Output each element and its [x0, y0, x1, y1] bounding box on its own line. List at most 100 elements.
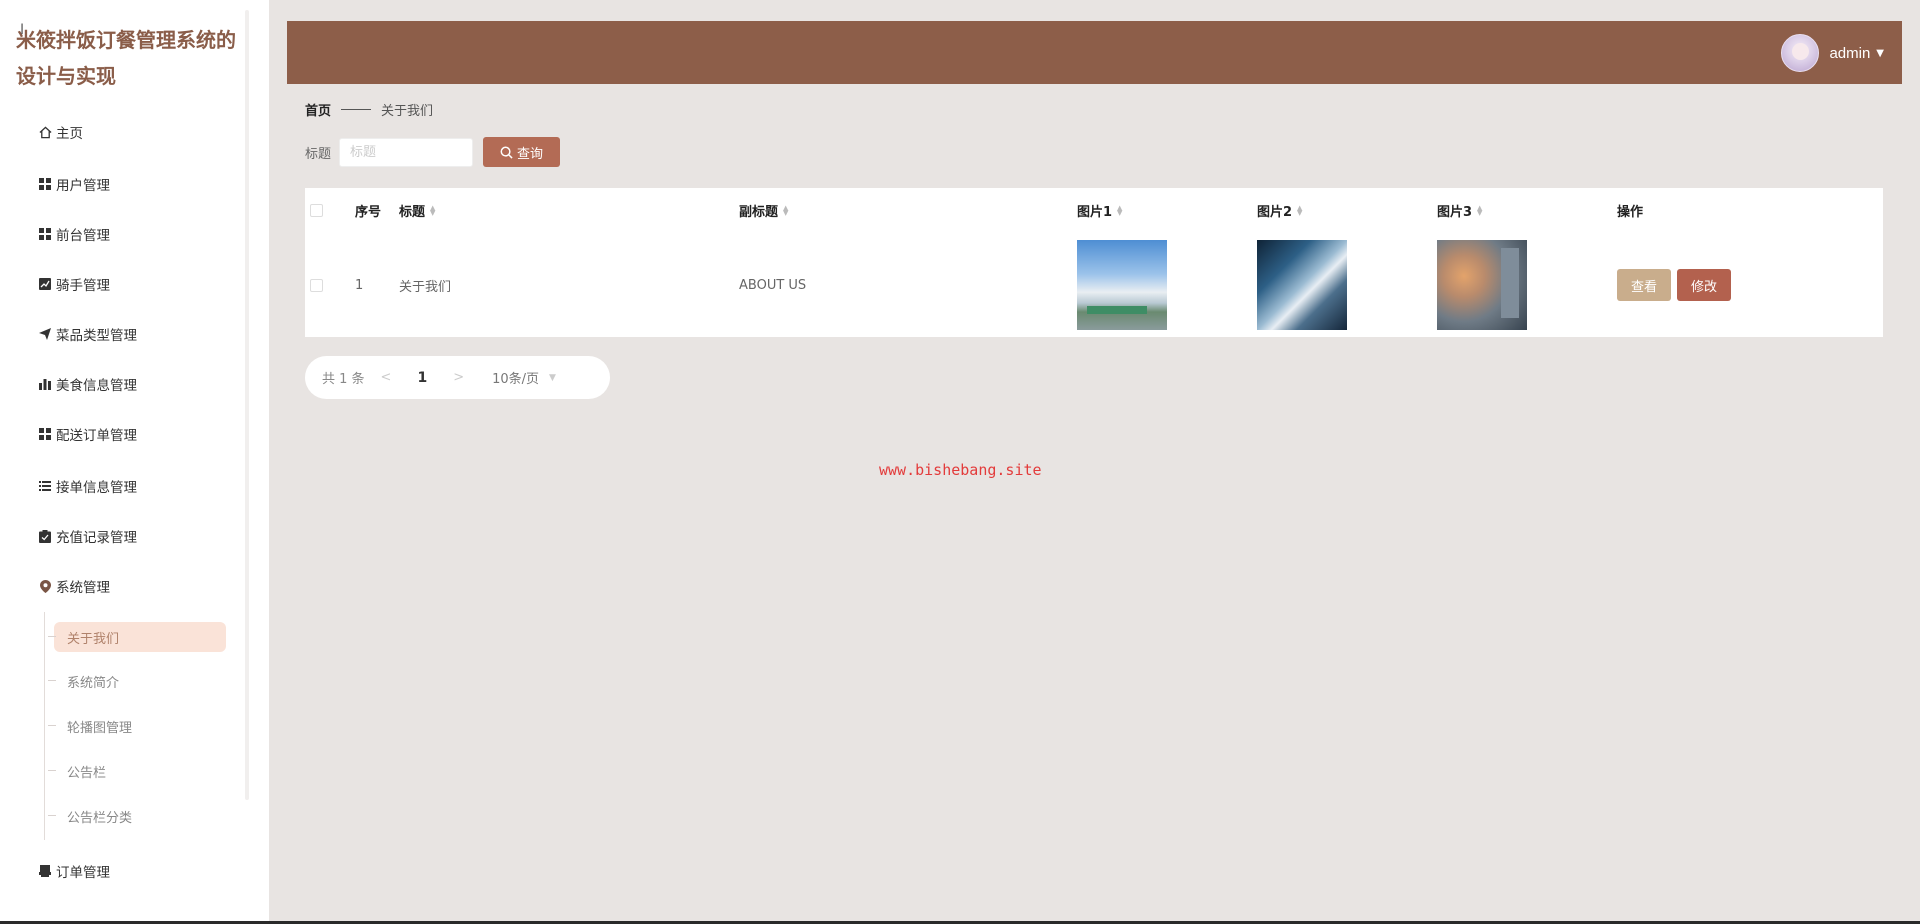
column-header-pic3[interactable]: 图片3 ▲ ▼: [1437, 188, 1482, 233]
search-button-label: 查询: [517, 146, 544, 162]
sidebar-item-orders[interactable]: 订单管理: [38, 857, 110, 885]
breadcrumb: 首页 关于我们: [305, 100, 434, 119]
printer-icon: [38, 864, 52, 878]
sort-icon[interactable]: ▲ ▼: [783, 204, 788, 216]
sidebar-item-dish-types[interactable]: 菜品类型管理: [38, 320, 137, 348]
sort-icon[interactable]: ▲ ▼: [1477, 204, 1482, 216]
pagination-total: 共 1 条: [322, 372, 365, 387]
column-header-label: 图片2: [1257, 205, 1293, 220]
search-label: 标题: [305, 146, 332, 162]
sidebar-item-label: 骑手管理: [56, 278, 110, 294]
select-all-checkbox-cell: [310, 188, 323, 233]
row-checkbox[interactable]: [310, 278, 323, 292]
sidebar-item-frontend[interactable]: 前台管理: [38, 220, 110, 248]
sidebar-item-system[interactable]: 系统管理: [38, 572, 110, 600]
cell-actions: 查看 修改: [1617, 233, 1732, 337]
column-header-label: 图片1: [1077, 205, 1113, 220]
sort-icon[interactable]: ▲ ▼: [430, 204, 435, 216]
submenu-divider: [44, 612, 45, 840]
avatar[interactable]: [1781, 34, 1820, 72]
sidebar: 米筱拌饭订餐管理系统的设计与实现 主页 用户管理 前台管理 骑手管理 菜品类型管…: [0, 0, 269, 924]
next-page-button[interactable]: >: [453, 370, 464, 385]
user-menu[interactable]: admin ▼: [1781, 34, 1884, 72]
send-icon: [38, 327, 52, 341]
breadcrumb-current: 关于我们: [381, 103, 434, 119]
data-table: 序号 标题 ▲ ▼ 副标题 ▲ ▼ 图片1 ▲ ▼ 图片2 ▲ ▼ 图片3 ▲ ▼ 操作 …: [305, 188, 1883, 337]
breadcrumb-home[interactable]: 首页: [305, 100, 331, 119]
app-title: 米筱拌饭订餐管理系统的设计与实现: [16, 28, 236, 88]
search-bar: 标题 查询: [305, 137, 561, 167]
select-all-checkbox[interactable]: [310, 204, 323, 217]
sidebar-item-label: 订单管理: [56, 865, 110, 881]
cell-pic3: [1437, 233, 1527, 337]
page-number[interactable]: 1: [417, 370, 427, 386]
sort-icon[interactable]: ▲ ▼: [1117, 204, 1122, 216]
sidebar-item-food-info[interactable]: 美食信息管理: [38, 370, 137, 398]
cell-title: 关于我们: [399, 279, 452, 295]
chevron-down-icon[interactable]: ▼: [549, 373, 556, 383]
sidebar-item-recharge[interactable]: 充值记录管理: [38, 522, 137, 550]
sidebar-scrollbar[interactable]: [245, 10, 249, 800]
top-header: admin ▼: [287, 21, 1902, 84]
search-icon: [500, 146, 513, 159]
column-header-pic1[interactable]: 图片1 ▲ ▼: [1077, 188, 1122, 233]
picture-3-thumbnail[interactable]: [1437, 240, 1527, 330]
cell-pic2: [1257, 233, 1347, 337]
sidebar-item-label: 接单信息管理: [56, 480, 137, 496]
column-header-label: 图片3: [1437, 205, 1473, 220]
column-header-subtitle[interactable]: 副标题 ▲ ▼: [739, 188, 788, 233]
sidebar-item-label: 系统管理: [56, 580, 110, 596]
grid-icon: [38, 227, 52, 241]
submenu-item-system-intro[interactable]: 系统简介: [48, 666, 226, 696]
column-header-title[interactable]: 标题 ▲ ▼: [399, 188, 435, 233]
sidebar-item-label: 用户管理: [56, 178, 110, 194]
sidebar-item-label: 主页: [56, 126, 83, 142]
sidebar-item-label: 菜品类型管理: [56, 328, 137, 344]
sidebar-item-label: 充值记录管理: [56, 530, 137, 546]
picture-1-thumbnail[interactable]: [1077, 240, 1167, 330]
sidebar-item-home[interactable]: 主页: [38, 118, 83, 146]
cell-pic1: [1077, 233, 1167, 337]
chevron-down-icon[interactable]: ▼: [1876, 48, 1884, 59]
row-checkbox-cell: [310, 233, 323, 337]
sidebar-item-users[interactable]: 用户管理: [38, 170, 110, 198]
sidebar-item-label: 配送订单管理: [56, 428, 137, 444]
title-search-input[interactable]: [339, 137, 474, 167]
submenu-item-label: 公告栏: [67, 765, 107, 781]
sort-icon[interactable]: ▲ ▼: [1297, 204, 1302, 216]
sidebar-item-delivery-orders[interactable]: 配送订单管理: [38, 420, 137, 448]
submenu-item-notice-board[interactable]: 公告栏: [48, 756, 226, 786]
submenu-item-label: 轮播图管理: [67, 720, 133, 736]
prev-page-button[interactable]: <: [381, 370, 392, 385]
sidebar-item-label: 美食信息管理: [56, 378, 137, 394]
grid-icon: [38, 427, 52, 441]
sidebar-item-riders[interactable]: 骑手管理: [38, 270, 110, 298]
submenu-item-label: 关于我们: [67, 631, 120, 647]
breadcrumb-separator: [341, 108, 372, 110]
bar-chart-icon: [38, 377, 52, 391]
text-cursor-icon: I: [20, 22, 25, 38]
sidebar-item-label: 前台管理: [56, 228, 110, 244]
grid-icon: [38, 177, 52, 191]
column-header-pic2[interactable]: 图片2 ▲ ▼: [1257, 188, 1302, 233]
page-size-select[interactable]: 10条/页: [492, 368, 539, 387]
home-icon: [38, 125, 52, 139]
submenu-item-notice-category[interactable]: 公告栏分类: [48, 801, 226, 831]
edit-button[interactable]: 修改: [1677, 269, 1732, 301]
column-header-label: 标题: [399, 205, 426, 220]
cell-subtitle: ABOUT US: [739, 277, 807, 293]
submenu-item-about-us[interactable]: 关于我们: [48, 622, 226, 652]
search-button[interactable]: 查询: [483, 137, 561, 167]
chart-icon: [38, 277, 52, 291]
list-icon: [38, 479, 52, 493]
submenu-item-label: 系统简介: [67, 675, 120, 691]
view-button[interactable]: 查看: [1617, 269, 1672, 301]
username[interactable]: admin: [1829, 45, 1870, 62]
picture-2-thumbnail[interactable]: [1257, 240, 1347, 330]
pagination: 共 1 条 < 1 > 10条/页 ▼: [305, 356, 610, 399]
sidebar-item-accept-orders[interactable]: 接单信息管理: [38, 472, 137, 500]
watermark-text: www.bishebang.site: [879, 461, 1042, 479]
column-header-actions: 操作: [1617, 205, 1644, 220]
submenu-item-carousel[interactable]: 轮播图管理: [48, 711, 226, 741]
cell-index: 1: [355, 277, 364, 293]
